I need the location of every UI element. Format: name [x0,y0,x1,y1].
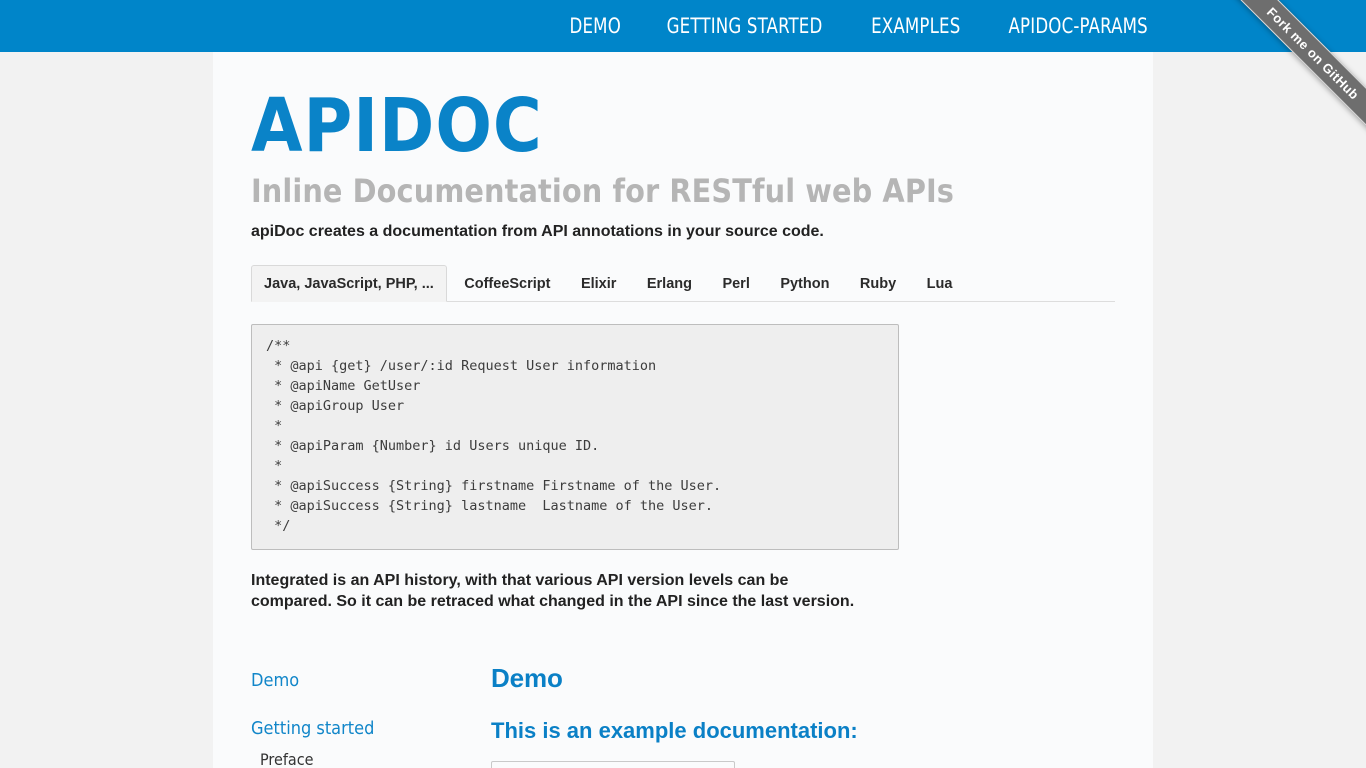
page-subtitle: Inline Documentation for RESTful web API… [251,171,955,210]
sidebar-item-demo[interactable]: Demo [251,668,491,694]
sidebar-item-getting-started[interactable]: Getting started [251,716,491,742]
sidebar-item-preface[interactable]: Preface [251,748,491,768]
tab-perl[interactable]: Perl [709,265,762,302]
api-history-paragraph: Integrated is an API history, with that … [251,572,855,610]
page-tagline: apiDoc creates a documentation from API … [251,223,824,241]
nav-link-getting-started[interactable]: GETTING STARTED [667,15,823,37]
demo-heading: Demo [491,662,563,693]
tab-lua[interactable]: Lua [914,265,966,302]
tab-item: Elixir [568,265,629,302]
tab-coffeescript[interactable]: CoffeeScript [451,265,563,302]
language-tabs: Java, JavaScript, PHP, ... CoffeeScript … [251,264,1115,303]
nav-link-apidoc-params[interactable]: APIDOC-PARAMS [1008,15,1147,37]
code-sample-block: /** * @api {get} /user/:id Request User … [251,324,899,551]
tab-elixir[interactable]: Elixir [568,265,629,302]
nav-link-demo[interactable]: DEMO [569,15,620,37]
tab-java-javascript-php[interactable]: Java, JavaScript, PHP, ... [251,264,447,303]
sidebar-nav: Demo Getting started Preface [251,664,491,768]
demo-section: Demo Getting started Preface Demo This i… [251,664,1115,768]
tab-item: Erlang [634,265,705,302]
github-ribbon-container: Fork me on GitHub [1216,0,1366,150]
content-inner: APIDOC Inline Documentation for RESTful … [213,52,1153,768]
tab-ruby[interactable]: Ruby [847,265,909,302]
tab-item: Python [767,265,842,302]
page-title: APIDOC [251,83,543,169]
tab-item: Perl [709,265,762,302]
tab-item: CoffeeScript [451,265,563,302]
nav-links-group: DEMO GETTING STARTED EXAMPLES APIDOC-PAR… [566,0,1157,52]
tab-item: Java, JavaScript, PHP, ... [251,264,447,303]
code-sample-text: /** * @api {get} /user/:id Request User … [266,338,722,535]
demo-subheading: This is an example documentation: [491,717,858,743]
demo-main-column: Demo This is an example documentation: [491,664,1115,768]
nav-link-examples[interactable]: EXAMPLES [871,15,960,37]
tab-erlang[interactable]: Erlang [634,265,705,302]
tab-item: Ruby [847,265,909,302]
demo-example-box [491,760,735,768]
tab-item: Lua [914,265,966,302]
fork-me-on-github-ribbon[interactable]: Fork me on GitHub [1222,0,1366,145]
tab-python[interactable]: Python [767,265,842,302]
content-container: APIDOC Inline Documentation for RESTful … [213,52,1153,768]
hero-section: APIDOC Inline Documentation for RESTful … [251,52,1115,243]
top-navbar: DEMO GETTING STARTED EXAMPLES APIDOC-PAR… [0,0,1366,52]
page-root: DEMO GETTING STARTED EXAMPLES APIDOC-PAR… [0,0,1366,768]
